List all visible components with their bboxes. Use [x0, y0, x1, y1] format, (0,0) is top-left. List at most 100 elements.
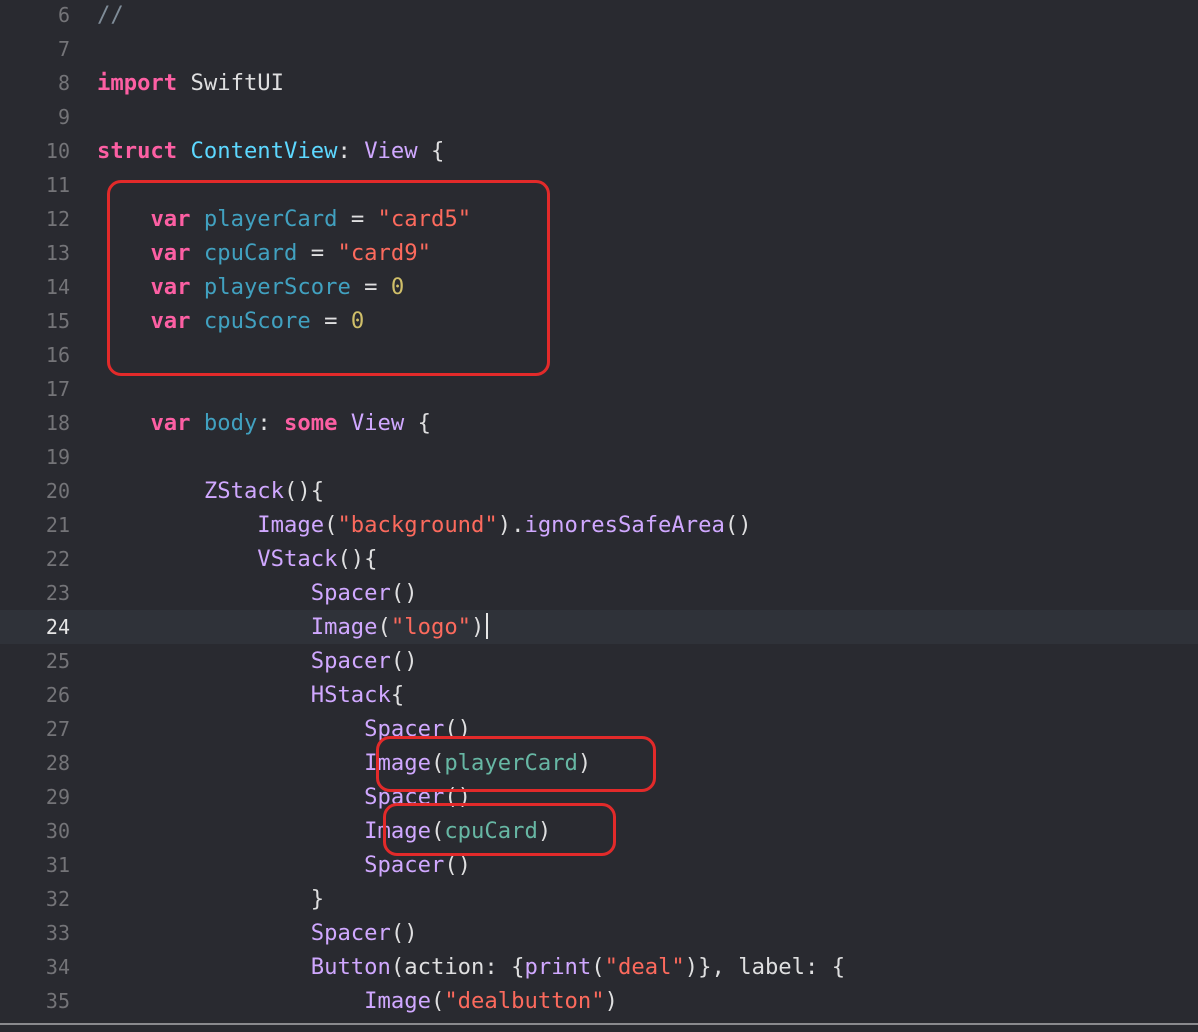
code-token: ( [377, 614, 391, 640]
code-token: ( [591, 954, 605, 980]
code-token: ) [604, 988, 618, 1014]
code-text[interactable]: ZStack(){ [97, 474, 324, 508]
editor-bottom-border [0, 1023, 1198, 1025]
code-line[interactable]: 34 Button(action: {print("deal")}, label… [0, 950, 1198, 984]
line-number: 29 [45, 785, 70, 809]
line-number: 35 [45, 989, 70, 1013]
line-number: 18 [45, 411, 70, 435]
code-token: () [390, 648, 418, 674]
code-text[interactable]: struct ContentView: View { [97, 134, 444, 168]
code-line[interactable]: 18 var body: some View { [0, 406, 1198, 440]
code-text[interactable]: import SwiftUI [97, 66, 284, 100]
line-number: 8 [57, 71, 70, 95]
code-line[interactable]: 25 Spacer() [0, 644, 1198, 678]
code-text[interactable]: VStack(){ [97, 542, 377, 576]
line-number: 17 [45, 377, 70, 401]
code-text[interactable]: Spacer() [97, 644, 418, 678]
code-token: Image [310, 614, 378, 640]
line-number: 26 [45, 683, 70, 707]
code-line[interactable]: 7 [0, 32, 1198, 66]
line-number: 7 [57, 37, 70, 61]
line-number: 23 [45, 581, 70, 605]
code-line[interactable]: 9 [0, 100, 1198, 134]
code-token: () [724, 512, 752, 538]
code-line[interactable]: 21 Image("background").ignoresSafeArea() [0, 508, 1198, 542]
code-token: ). [497, 512, 525, 538]
code-line[interactable]: 20 ZStack(){ [0, 474, 1198, 508]
code-token: "deal" [604, 954, 685, 980]
code-line[interactable]: 26 HStack{ [0, 678, 1198, 712]
code-text[interactable]: Spacer() [97, 916, 418, 950]
line-number: 33 [45, 921, 70, 945]
code-line[interactable]: 8 import SwiftUI [0, 66, 1198, 100]
line-number: 24 [45, 615, 70, 639]
line-number: 13 [45, 241, 70, 265]
code-token: ContentView [190, 138, 338, 164]
code-text[interactable]: Spacer() [97, 576, 418, 610]
line-number: 28 [45, 751, 70, 775]
code-token: )}, label: { [684, 954, 846, 980]
code-token: Spacer [310, 920, 391, 946]
code-token: "background" [337, 512, 498, 538]
code-token: : [257, 410, 285, 436]
code-editor[interactable]: 6 // 7 8 import SwiftUI 9 10 struct ContentView… [0, 0, 1198, 1032]
code-token: VStack [257, 546, 338, 572]
code-line[interactable]: 22 VStack(){ [0, 542, 1198, 576]
code-text[interactable]: var body: some View { [97, 406, 431, 440]
code-text[interactable]: // [97, 0, 124, 32]
code-token: { [417, 138, 445, 164]
line-number: 10 [45, 139, 70, 163]
code-line[interactable]: 19 [0, 440, 1198, 474]
code-line[interactable]: 33 Spacer() [0, 916, 1198, 950]
code-token: () [390, 580, 418, 606]
highlight-cpu-card-image [383, 803, 616, 856]
line-number: 16 [45, 343, 70, 367]
code-token: print [524, 954, 592, 980]
code-token: View [350, 410, 405, 436]
code-token: : [337, 138, 365, 164]
code-line[interactable]: 17 [0, 372, 1198, 406]
code-line[interactable]: 6 // [0, 0, 1198, 32]
code-text[interactable]: Image("logo") [97, 610, 489, 644]
line-number: 25 [45, 649, 70, 673]
text-cursor [486, 613, 489, 639]
line-number: 19 [45, 445, 70, 469]
code-token: Button [310, 954, 391, 980]
code-line[interactable]: 10 struct ContentView: View { [0, 134, 1198, 168]
code-text[interactable]: HStack{ [97, 678, 405, 712]
code-text[interactable]: } [97, 882, 324, 916]
code-token: { [404, 410, 431, 436]
highlight-state-vars [107, 180, 550, 376]
line-number: 6 [57, 3, 70, 27]
code-token: View [364, 138, 418, 164]
code-line[interactable]: 23 Spacer() [0, 576, 1198, 610]
highlight-player-card-image [376, 736, 656, 792]
code-text[interactable]: Image("dealbutton") [97, 984, 618, 1018]
code-token: (){ [284, 478, 325, 504]
code-text[interactable]: Image("background").ignoresSafeArea() [97, 508, 752, 542]
line-number: 14 [45, 275, 70, 299]
line-number: 27 [45, 717, 70, 741]
code-token: Image [364, 988, 431, 1014]
line-number: 32 [45, 887, 70, 911]
code-line[interactable]: 24 Image("logo") [0, 610, 1198, 644]
code-line[interactable]: 35 Image("dealbutton") [0, 984, 1198, 1018]
code-token: import [97, 70, 178, 96]
code-text[interactable]: Button(action: {print("deal")}, label: { [97, 950, 845, 984]
code-line[interactable]: 32 } [0, 882, 1198, 916]
code-token: // [97, 2, 124, 28]
code-token: var [150, 410, 191, 436]
